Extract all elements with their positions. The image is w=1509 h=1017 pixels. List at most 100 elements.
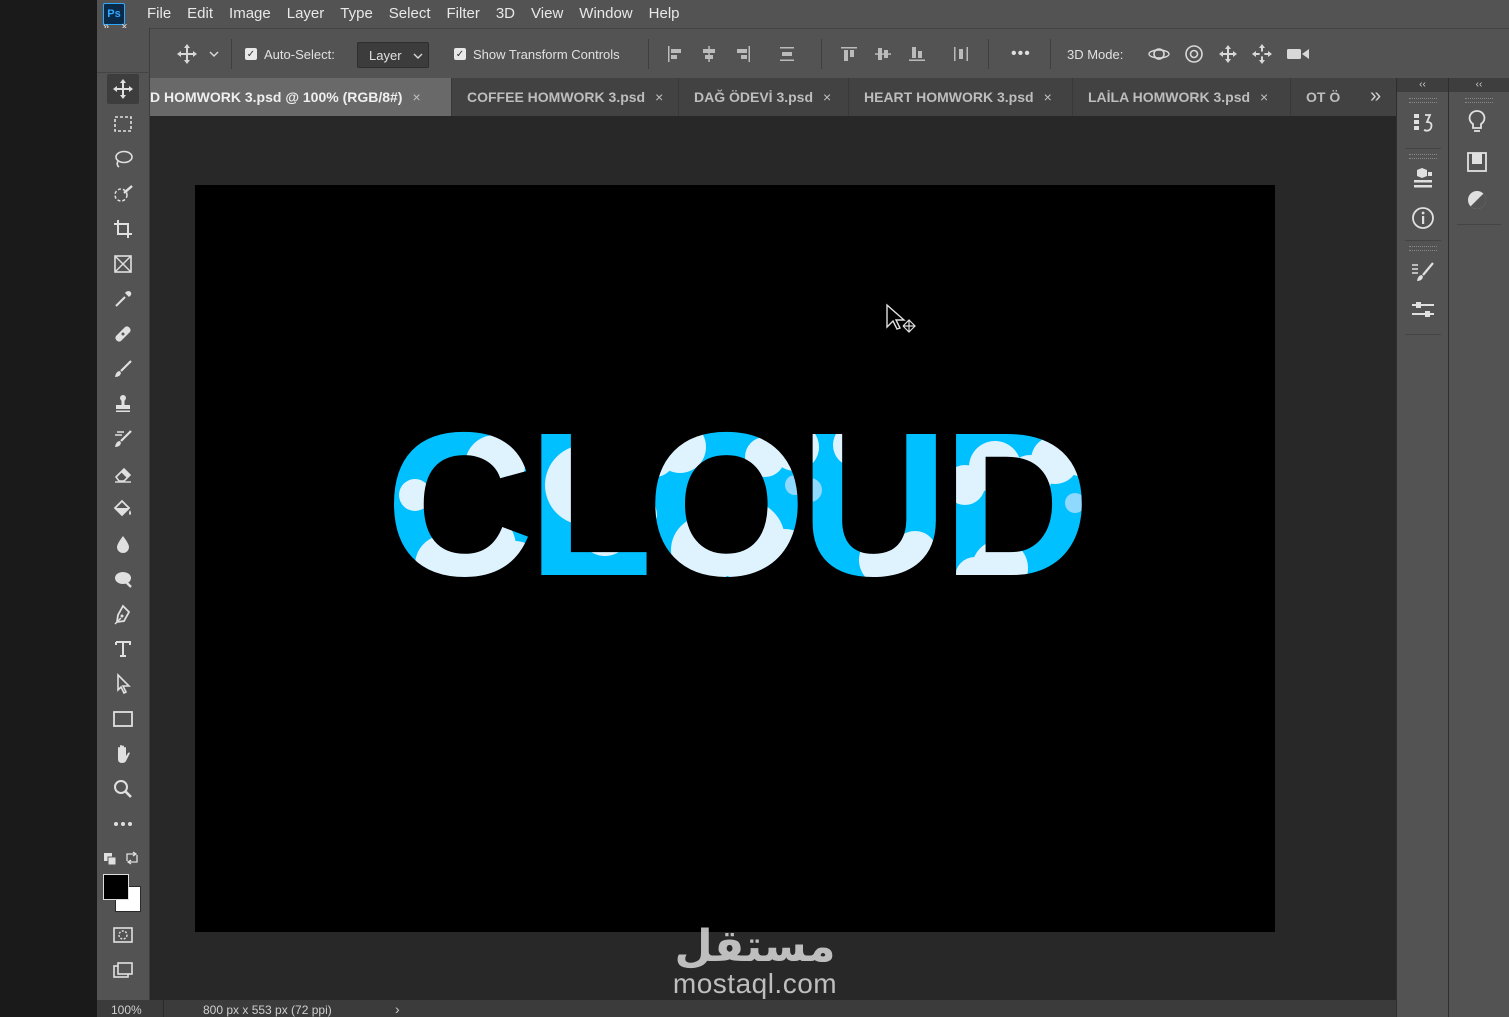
tab-label: LAİLA HOMWORK 3.psd <box>1088 89 1251 105</box>
adjustments-panel-button[interactable] <box>1463 186 1491 214</box>
video-camera-icon[interactable] <box>1285 43 1311 65</box>
align-top-edges-icon[interactable] <box>839 44 859 64</box>
more-options-button[interactable]: ••• <box>1011 29 1031 79</box>
auto-select-checkbox[interactable]: ✓ Auto-Select: <box>245 29 335 79</box>
paint-bucket-tool[interactable] <box>107 494 139 524</box>
frame-tool[interactable] <box>107 249 139 279</box>
tab-ot[interactable]: OT Ö <box>1291 78 1361 116</box>
slide-3d-icon[interactable] <box>1251 43 1273 65</box>
tab-label: COFFEE HOMWORK 3.psd <box>467 89 646 105</box>
tab-heart-homework[interactable]: HEART HOMWORK 3.psd × <box>849 78 1073 116</box>
tab-close-icon[interactable]: × <box>1044 89 1052 105</box>
tab-laila-homework[interactable]: LAİLA HOMWORK 3.psd × <box>1073 78 1291 116</box>
checkbox-check-icon: ✓ <box>245 48 257 60</box>
move-icon <box>113 79 133 99</box>
align-left-edges-icon[interactable] <box>665 44 685 64</box>
menu-view[interactable]: View <box>523 0 571 28</box>
3d-panel-button[interactable] <box>1409 164 1437 192</box>
move-tool[interactable] <box>107 74 139 104</box>
tab-close-icon[interactable]: × <box>412 89 420 105</box>
crop-tool[interactable] <box>107 214 139 244</box>
swap-colors-button[interactable] <box>125 851 139 868</box>
quick-selection-tool[interactable] <box>107 179 139 209</box>
tab-dag-odevi[interactable]: DAĞ ÖDEVİ 3.psd × <box>679 78 849 116</box>
document-canvas[interactable]: CLOUD <box>195 185 1275 932</box>
learn-panel-button[interactable] <box>1463 108 1491 136</box>
move-tool-preset-picker[interactable] <box>175 29 221 79</box>
foreground-color-swatch[interactable] <box>103 874 129 900</box>
tab-close-icon[interactable]: × <box>1260 89 1268 105</box>
move-icon <box>177 44 197 64</box>
brush-settings-panel-button[interactable] <box>1409 258 1437 286</box>
quick-mask-button[interactable] <box>107 920 139 950</box>
lasso-tool[interactable] <box>107 144 139 174</box>
align-right-edges-icon[interactable] <box>733 44 753 64</box>
rectangle-tool[interactable] <box>107 704 139 734</box>
distribute-horizontal-icon[interactable] <box>951 44 971 64</box>
type-tool[interactable] <box>107 634 139 664</box>
dodge-tool[interactable] <box>107 564 139 594</box>
properties-panel-button[interactable] <box>1409 296 1437 324</box>
menu-edit[interactable]: Edit <box>179 0 221 28</box>
menu-filter[interactable]: Filter <box>439 0 488 28</box>
eraser-tool[interactable] <box>107 459 139 489</box>
status-menu-arrow[interactable]: › <box>395 1001 400 1017</box>
eyedropper-tool[interactable] <box>107 284 139 314</box>
menu-select[interactable]: Select <box>381 0 439 28</box>
history-brush-tool[interactable] <box>107 424 139 454</box>
libraries-panel-button[interactable] <box>1463 148 1491 176</box>
tab-close-icon[interactable]: × <box>823 89 831 105</box>
menu-image[interactable]: Image <box>221 0 279 28</box>
water-drop-icon <box>117 536 129 553</box>
tools-panel <box>97 28 150 1000</box>
screen-mode-button[interactable] <box>107 955 139 985</box>
info-icon <box>1412 207 1434 229</box>
watermark-arabic: مستقل <box>674 921 836 972</box>
menu-file[interactable]: File <box>139 0 179 28</box>
blur-tool[interactable] <box>107 529 139 559</box>
auto-select-target-dropdown[interactable]: Layer <box>357 42 429 68</box>
menu-layer[interactable]: Layer <box>279 0 333 28</box>
edit-toolbar-button[interactable] <box>107 809 139 839</box>
chevron-down-icon <box>413 53 423 59</box>
panel-dock-collapse-button[interactable]: ‹‹ <box>1449 78 1509 92</box>
tab-close-icon[interactable]: × <box>655 89 663 105</box>
screen-mode-icon <box>113 962 133 978</box>
tab-label: OT Ö <box>1306 89 1341 105</box>
hand-tool[interactable] <box>107 739 139 769</box>
zoom-level[interactable]: 100% <box>111 1003 142 1017</box>
history-panel-button[interactable] <box>1409 108 1437 136</box>
tab-overflow-button[interactable]: » <box>1370 78 1381 116</box>
watermark-latin: mostaql.com <box>672 968 838 999</box>
document-dimensions: 800 px x 553 px (72 ppi) <box>203 1003 332 1017</box>
align-vertical-centers-icon[interactable] <box>873 44 893 64</box>
move-cursor-icon <box>886 303 916 333</box>
show-transform-controls-checkbox[interactable]: ✓ Show Transform Controls <box>454 29 620 79</box>
options-bar: » × ✓ Auto-Select: Layer ✓ Show Transfor… <box>97 21 1509 79</box>
pen-tool[interactable] <box>107 599 139 629</box>
drag-3d-icon[interactable] <box>1217 43 1239 65</box>
marquee-tool[interactable] <box>107 109 139 139</box>
orbit-3d-icon[interactable] <box>1147 43 1171 65</box>
menu-3d[interactable]: 3D <box>488 0 523 28</box>
menu-type[interactable]: Type <box>332 0 381 28</box>
menu-window[interactable]: Window <box>571 0 640 28</box>
path-selection-tool[interactable] <box>107 669 139 699</box>
default-colors-button[interactable] <box>103 852 117 869</box>
tab-coffee-homework[interactable]: COFFEE HOMWORK 3.psd × <box>452 78 679 116</box>
panel-dock-collapse-button[interactable]: ‹‹ <box>1397 78 1448 92</box>
info-panel-button[interactable] <box>1409 204 1437 232</box>
align-horizontal-centers-icon[interactable] <box>699 44 719 64</box>
brush-tool[interactable] <box>107 354 139 384</box>
tab-document-active[interactable]: D HOMWORK 3.psd @ 100% (RGB/8#) × <box>150 78 452 116</box>
cloud-headline[interactable]: CLOUD <box>386 390 1091 619</box>
healing-brush-tool[interactable] <box>107 319 139 349</box>
zoom-tool[interactable] <box>107 774 139 804</box>
distribute-vertical-icon[interactable] <box>777 44 797 64</box>
cloud-text-layer[interactable]: CLOUD <box>195 185 1275 932</box>
menu-help[interactable]: Help <box>641 0 688 28</box>
roll-3d-icon[interactable] <box>1183 43 1205 65</box>
align-bottom-edges-icon[interactable] <box>907 44 927 64</box>
show-transform-controls-label: Show Transform Controls <box>473 46 620 62</box>
clone-stamp-tool[interactable] <box>107 389 139 419</box>
